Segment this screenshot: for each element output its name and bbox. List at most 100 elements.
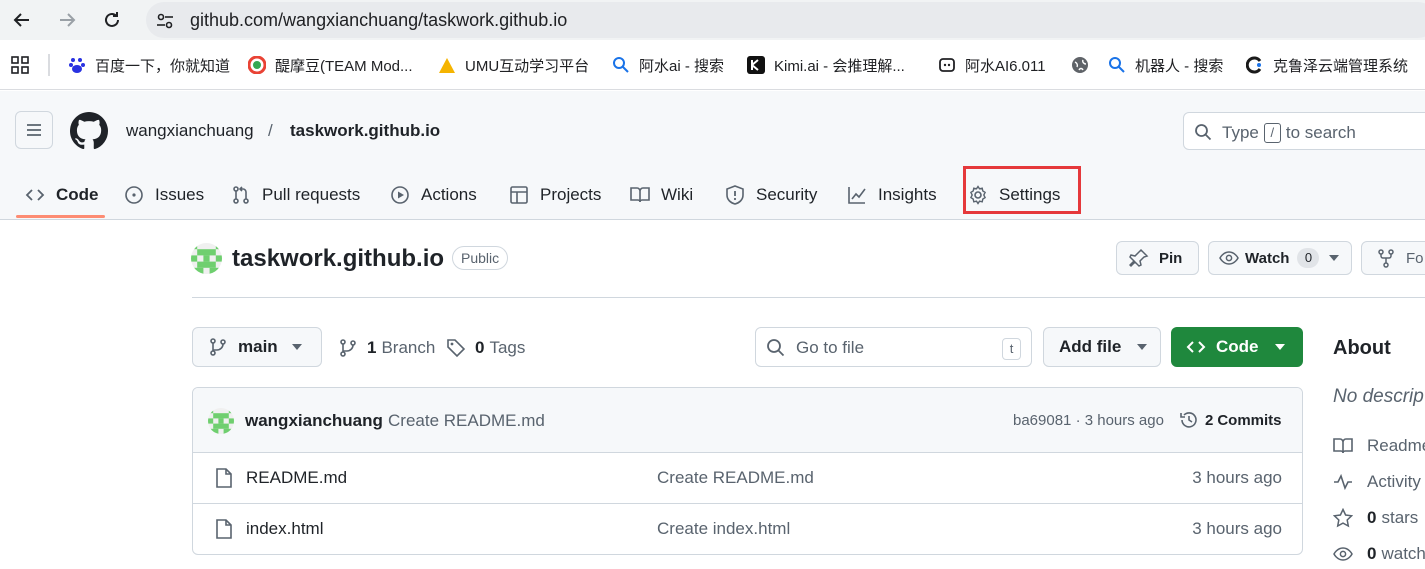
watch-button[interactable]: Watch 0 bbox=[1208, 241, 1352, 275]
tag-icon bbox=[446, 338, 466, 358]
apps-button[interactable] bbox=[10, 55, 30, 75]
global-search[interactable]: Type / to search bbox=[1183, 112, 1425, 150]
search-icon bbox=[1194, 123, 1212, 141]
code-download-button[interactable]: Code bbox=[1171, 327, 1303, 367]
commit-author-avatar[interactable] bbox=[208, 408, 234, 434]
table-icon bbox=[509, 185, 529, 205]
pin-icon bbox=[1129, 248, 1149, 268]
tab-security[interactable]: Security bbox=[725, 171, 817, 219]
file-time: 3 hours ago bbox=[1192, 468, 1282, 487]
issue-icon bbox=[124, 185, 144, 205]
file-name[interactable]: index.html bbox=[246, 519, 323, 539]
github-logo[interactable] bbox=[70, 112, 108, 150]
file-time: 3 hours ago bbox=[1192, 519, 1282, 538]
search-icon bbox=[1108, 56, 1126, 74]
branches-link[interactable]: 1 Branch bbox=[338, 337, 435, 359]
chevron-down-icon bbox=[1329, 255, 1340, 261]
go-to-file-shortcut: t bbox=[1002, 338, 1021, 360]
umu-icon bbox=[438, 56, 456, 74]
github-header: wangxianchuang / taskwork.github.io Type… bbox=[0, 91, 1425, 220]
site-info-icon[interactable] bbox=[155, 11, 175, 31]
add-file-button[interactable]: Add file bbox=[1043, 327, 1161, 367]
tab-code[interactable]: Code bbox=[25, 171, 99, 219]
commits-link[interactable]: 2 Commits bbox=[1179, 410, 1282, 430]
about-description: No descrip bbox=[1333, 386, 1424, 407]
tab-wiki[interactable]: Wiki bbox=[630, 171, 693, 219]
reload-button[interactable] bbox=[100, 8, 124, 32]
pin-button[interactable]: Pin bbox=[1116, 241, 1199, 275]
eye-icon bbox=[1333, 544, 1353, 564]
commit-message[interactable]: Create README.md bbox=[388, 411, 545, 431]
breadcrumb-owner[interactable]: wangxianchuang bbox=[126, 121, 254, 141]
cloud-icon bbox=[1246, 56, 1264, 74]
settings-highlight-box bbox=[963, 166, 1081, 214]
eye-icon bbox=[1219, 248, 1239, 268]
file-icon bbox=[215, 519, 233, 539]
repo-title[interactable]: taskwork.github.io bbox=[232, 245, 444, 273]
tab-issues[interactable]: Issues bbox=[124, 171, 204, 219]
search-suffix: to search bbox=[1285, 123, 1356, 142]
search-prefix: Type bbox=[1222, 123, 1259, 142]
about-activity-link[interactable]: Activity bbox=[1333, 471, 1421, 493]
file-row[interactable]: README.md Create README.md 3 hours ago bbox=[193, 453, 1302, 504]
back-button[interactable] bbox=[10, 8, 34, 32]
bookmark-umu[interactable]: UMU互动学习平台 bbox=[438, 55, 589, 75]
forward-button[interactable] bbox=[55, 8, 79, 32]
tab-actions[interactable]: Actions bbox=[390, 171, 477, 219]
bookmark-ashui-ai[interactable]: 阿水AI6.011 bbox=[938, 55, 1046, 75]
title-divider bbox=[192, 297, 1425, 298]
about-heading: About bbox=[1333, 337, 1391, 359]
fork-button[interactable]: Fo bbox=[1361, 241, 1425, 275]
code-icon bbox=[25, 185, 45, 205]
go-to-file-input[interactable]: Go to file t bbox=[755, 327, 1032, 367]
breadcrumb-repo[interactable]: taskwork.github.io bbox=[290, 121, 440, 141]
arrow-left-icon bbox=[13, 13, 29, 27]
tab-projects[interactable]: Projects bbox=[509, 171, 601, 219]
menu-button[interactable] bbox=[15, 111, 53, 149]
about-watchers-link[interactable]: 0 watch bbox=[1333, 543, 1425, 565]
history-icon bbox=[1179, 410, 1199, 430]
file-row[interactable]: index.html Create index.html 3 hours ago bbox=[193, 504, 1302, 554]
latest-commit-bar: wangxianchuang Create README.md ba69081 … bbox=[193, 388, 1302, 453]
shield-icon bbox=[725, 185, 745, 205]
active-tab-indicator bbox=[16, 215, 105, 218]
branch-select[interactable]: main bbox=[192, 327, 322, 367]
tab-insights[interactable]: Insights bbox=[847, 171, 937, 219]
breadcrumb-separator: / bbox=[268, 121, 273, 140]
about-stars-link[interactable]: 0 stars bbox=[1333, 507, 1418, 529]
tags-link[interactable]: 0 Tags bbox=[446, 337, 525, 359]
star-icon bbox=[1333, 508, 1353, 528]
bookmark-robot-search[interactable]: 机器人 - 搜索 bbox=[1108, 55, 1223, 75]
file-name[interactable]: README.md bbox=[246, 468, 347, 488]
tab-pull-requests[interactable]: Pull requests bbox=[231, 171, 360, 219]
bookmark-kimi[interactable]: Kimi.ai - 会推理解... bbox=[747, 55, 905, 75]
apps-grid-icon bbox=[11, 56, 29, 74]
bookmark-baidu[interactable]: 百度一下，你就知道 bbox=[68, 55, 230, 75]
file-commit-message[interactable]: Create README.md bbox=[657, 468, 814, 488]
pulse-icon bbox=[1333, 472, 1353, 492]
arrow-right-icon bbox=[60, 13, 76, 27]
browser-toolbar: github.com/wangxianchuang/taskwork.githu… bbox=[0, 0, 1425, 40]
about-readme-link[interactable]: Readme bbox=[1333, 435, 1425, 457]
bookmark-ashui-search[interactable]: 阿水ai - 搜索 bbox=[612, 55, 724, 75]
repo-owner-avatar[interactable] bbox=[191, 243, 222, 274]
bookmark-cloud-admin[interactable]: 克鲁泽云端管理系统 bbox=[1246, 55, 1408, 75]
file-commit-message[interactable]: Create index.html bbox=[657, 519, 790, 539]
graph-icon bbox=[847, 185, 867, 205]
commit-author[interactable]: wangxianchuang bbox=[245, 411, 383, 431]
code-icon bbox=[1186, 337, 1206, 357]
book-icon bbox=[630, 185, 650, 205]
baidu-icon bbox=[68, 56, 86, 74]
book-icon bbox=[1333, 436, 1353, 456]
reload-icon bbox=[105, 12, 119, 27]
globe-icon bbox=[1071, 56, 1089, 74]
bookmark-globe[interactable] bbox=[1071, 55, 1098, 75]
hamburger-icon bbox=[27, 124, 41, 136]
kimi-icon bbox=[747, 56, 765, 74]
bookmarks-bar: 百度一下，你就知道 醍摩豆(TEAM Mod... UMU互动学习平台 阿水ai… bbox=[0, 40, 1425, 90]
search-shortcut-key: / bbox=[1263, 123, 1281, 143]
commit-hash-time[interactable]: ba69081 · 3 hours ago bbox=[1013, 412, 1164, 429]
chevron-down-icon bbox=[291, 344, 302, 350]
address-bar[interactable]: github.com/wangxianchuang/taskwork.githu… bbox=[146, 2, 1425, 38]
bookmark-teammodel[interactable]: 醍摩豆(TEAM Mod... bbox=[248, 55, 413, 75]
